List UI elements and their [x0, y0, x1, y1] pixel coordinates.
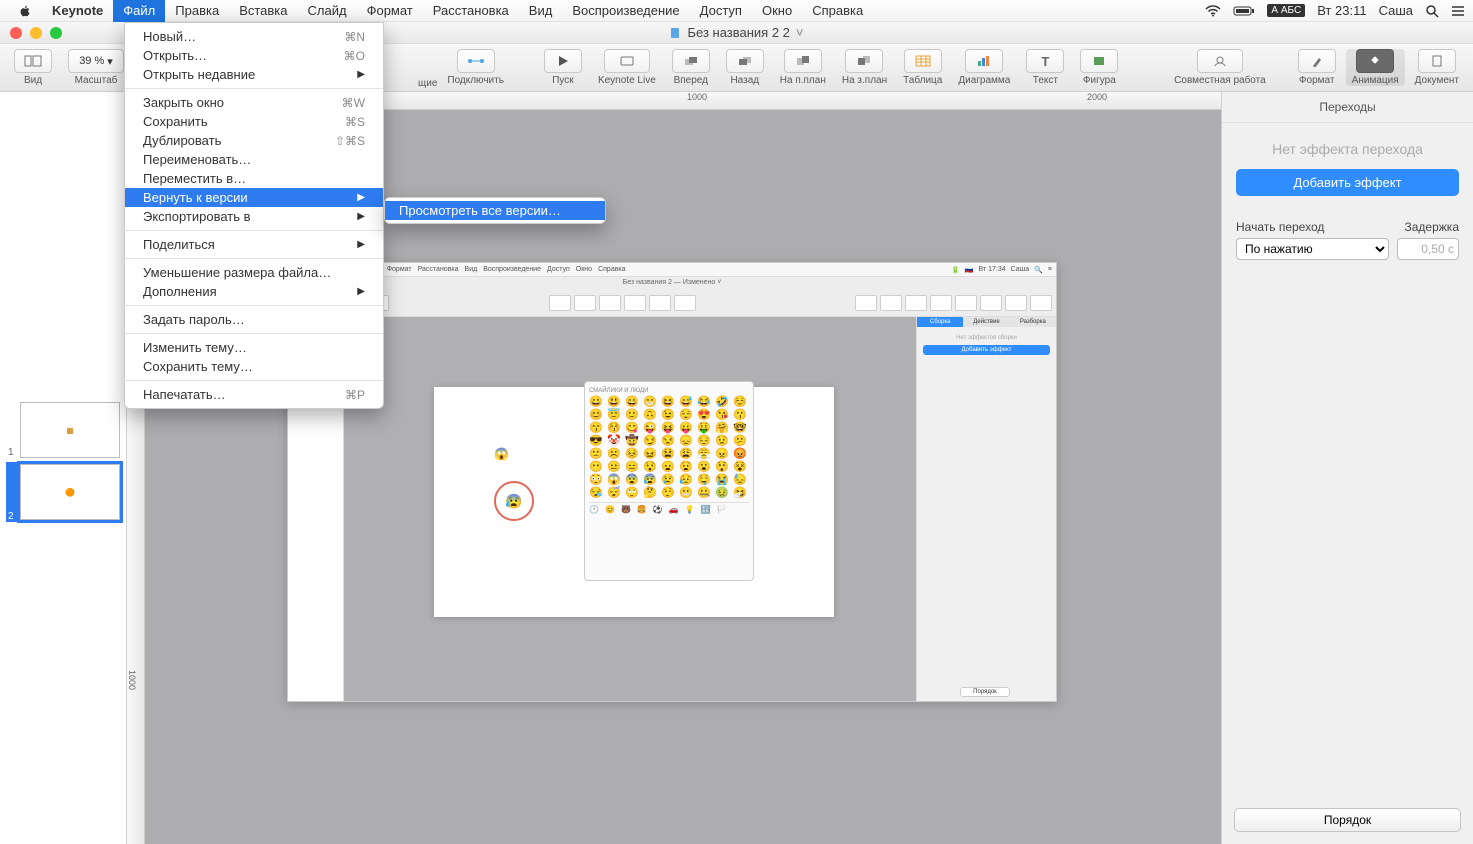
mi-browse-versions[interactable]: Просмотреть все версии…	[385, 201, 605, 220]
delay-label: Задержка	[1405, 220, 1460, 234]
close-window-button[interactable]	[10, 27, 22, 39]
emb-toolbar	[288, 289, 1056, 317]
window-controls	[10, 27, 62, 39]
menu-slide[interactable]: Слайд	[298, 0, 357, 22]
tb-front-plane[interactable]: На п.план	[774, 49, 832, 86]
tb-shape[interactable]: Фигура	[1074, 49, 1124, 86]
mi-moveto[interactable]: Переместить в…	[125, 169, 383, 188]
tb-forward[interactable]: Вперед	[666, 49, 716, 86]
menu-help[interactable]: Справка	[802, 0, 873, 22]
tb-table[interactable]: Таблица	[897, 49, 948, 86]
emb-emoji-picker: СМАЙЛИКИ И ЛЮДИ 😀😃😄😁😆😅😂🤣☺️😊😇🙂🙃😉😌😍😘😗😙😚😋😜😝…	[584, 381, 754, 581]
mi-reduce-file[interactable]: Уменьшение размера файла…	[125, 263, 383, 282]
start-transition-label: Начать переход	[1236, 220, 1324, 234]
emb-emoji-1: 😱	[494, 447, 509, 461]
mi-open-recent[interactable]: Открыть недавние▶	[125, 65, 383, 84]
menu-share[interactable]: Доступ	[690, 0, 752, 22]
mi-open[interactable]: Открыть…⌘O	[125, 46, 383, 65]
window-title[interactable]: Без названия 2 2	[687, 25, 789, 40]
tb-chart[interactable]: Диаграмма	[952, 49, 1016, 86]
embedded-screenshot: ПравкаВставкаСлайдФорматРасстановкаВидВо…	[287, 262, 1057, 702]
mi-change-theme[interactable]: Изменить тему…	[125, 338, 383, 357]
revert-submenu: Просмотреть все версии…	[384, 197, 606, 224]
menu-arrange[interactable]: Расстановка	[423, 0, 519, 22]
mi-revert[interactable]: Вернуть к версии▶	[125, 188, 383, 207]
mac-menubar: Keynote Файл Правка Вставка Слайд Формат…	[0, 0, 1473, 22]
tb-collaborate[interactable]: Совместная работа	[1168, 49, 1272, 86]
menu-extras-icon[interactable]	[1451, 5, 1465, 17]
no-transition-label: Нет эффекта перехода	[1222, 123, 1473, 169]
mi-close[interactable]: Закрыть окно⌘W	[125, 93, 383, 112]
file-menu-dropdown: Новый…⌘N Открыть…⌘O Открыть недавние▶ За…	[124, 22, 384, 409]
inspector-tab-transitions[interactable]: Переходы	[1222, 92, 1473, 123]
mi-print[interactable]: Напечатать…⌘P	[125, 385, 383, 404]
start-transition-select[interactable]: По нажатию	[1236, 238, 1389, 260]
tb-format[interactable]: Формат	[1292, 49, 1342, 86]
menu-window[interactable]: Окно	[752, 0, 802, 22]
mi-duplicate[interactable]: Дублировать⇧⌘S	[125, 131, 383, 150]
mi-password[interactable]: Задать пароль…	[125, 310, 383, 329]
tb-zoom[interactable]: 39 %▾Масштаб	[62, 49, 130, 86]
menu-insert[interactable]: Вставка	[229, 0, 297, 22]
slide-thumb-2[interactable]: 🟠 2	[6, 462, 120, 522]
mi-new[interactable]: Новый…⌘N	[125, 27, 383, 46]
menu-edit[interactable]: Правка	[165, 0, 229, 22]
mi-rename[interactable]: Переименовать…	[125, 150, 383, 169]
user-name[interactable]: Саша	[1379, 3, 1413, 18]
order-button[interactable]: Порядок	[1234, 808, 1461, 832]
tb-document[interactable]: Документ	[1409, 49, 1465, 86]
mi-share[interactable]: Поделиться▶	[125, 235, 383, 254]
slide-thumb-1[interactable]: ▦ 1	[6, 402, 120, 458]
input-source-badge[interactable]: А АБС	[1267, 4, 1305, 17]
tb-partial-label: щие	[418, 78, 437, 89]
tb-back-plane[interactable]: На з.план	[836, 49, 893, 86]
app-name[interactable]: Keynote	[42, 0, 113, 22]
tb-keynote-live[interactable]: Keynote Live	[592, 49, 662, 86]
emb-title: Без названия 2 — Изменено ˅	[288, 277, 1056, 289]
mi-export[interactable]: Экспортировать в▶	[125, 207, 383, 226]
clock[interactable]: Вт 23:11	[1317, 3, 1366, 18]
menu-view[interactable]: Вид	[519, 0, 563, 22]
menu-file[interactable]: Файл	[113, 0, 165, 22]
emb-menubar: ПравкаВставкаСлайдФорматРасстановкаВидВо…	[288, 263, 1056, 277]
delay-field[interactable]	[1397, 238, 1459, 260]
tb-connect[interactable]: Подключить	[441, 49, 510, 86]
tb-animation[interactable]: Анимация	[1346, 49, 1405, 86]
slide-navigator: ▦ 1 🟠 2	[0, 92, 127, 844]
title-dropdown-icon[interactable]: ˅	[796, 25, 804, 40]
tb-back[interactable]: Назад	[720, 49, 770, 86]
inspector-panel: Переходы Нет эффекта перехода Добавить э…	[1221, 92, 1473, 844]
mi-save-theme[interactable]: Сохранить тему…	[125, 357, 383, 376]
menu-play[interactable]: Воспроизведение	[562, 0, 689, 22]
document-icon	[669, 27, 681, 39]
add-effect-button[interactable]: Добавить эффект	[1236, 169, 1459, 196]
tb-play[interactable]: Пуск	[538, 49, 588, 86]
apple-menu[interactable]	[8, 0, 42, 22]
minimize-window-button[interactable]	[30, 27, 42, 39]
tb-text[interactable]: TТекст	[1020, 49, 1070, 86]
battery-icon[interactable]	[1233, 5, 1255, 17]
spotlight-icon[interactable]	[1425, 4, 1439, 18]
mi-save[interactable]: Сохранить⌘S	[125, 112, 383, 131]
zoom-window-button[interactable]	[50, 27, 62, 39]
mi-addons[interactable]: Дополнения▶	[125, 282, 383, 301]
wifi-icon[interactable]	[1205, 5, 1221, 17]
menu-format[interactable]: Формат	[357, 0, 423, 22]
emb-circled-emoji: 😰	[494, 481, 534, 521]
tb-view[interactable]: Вид	[8, 49, 58, 86]
